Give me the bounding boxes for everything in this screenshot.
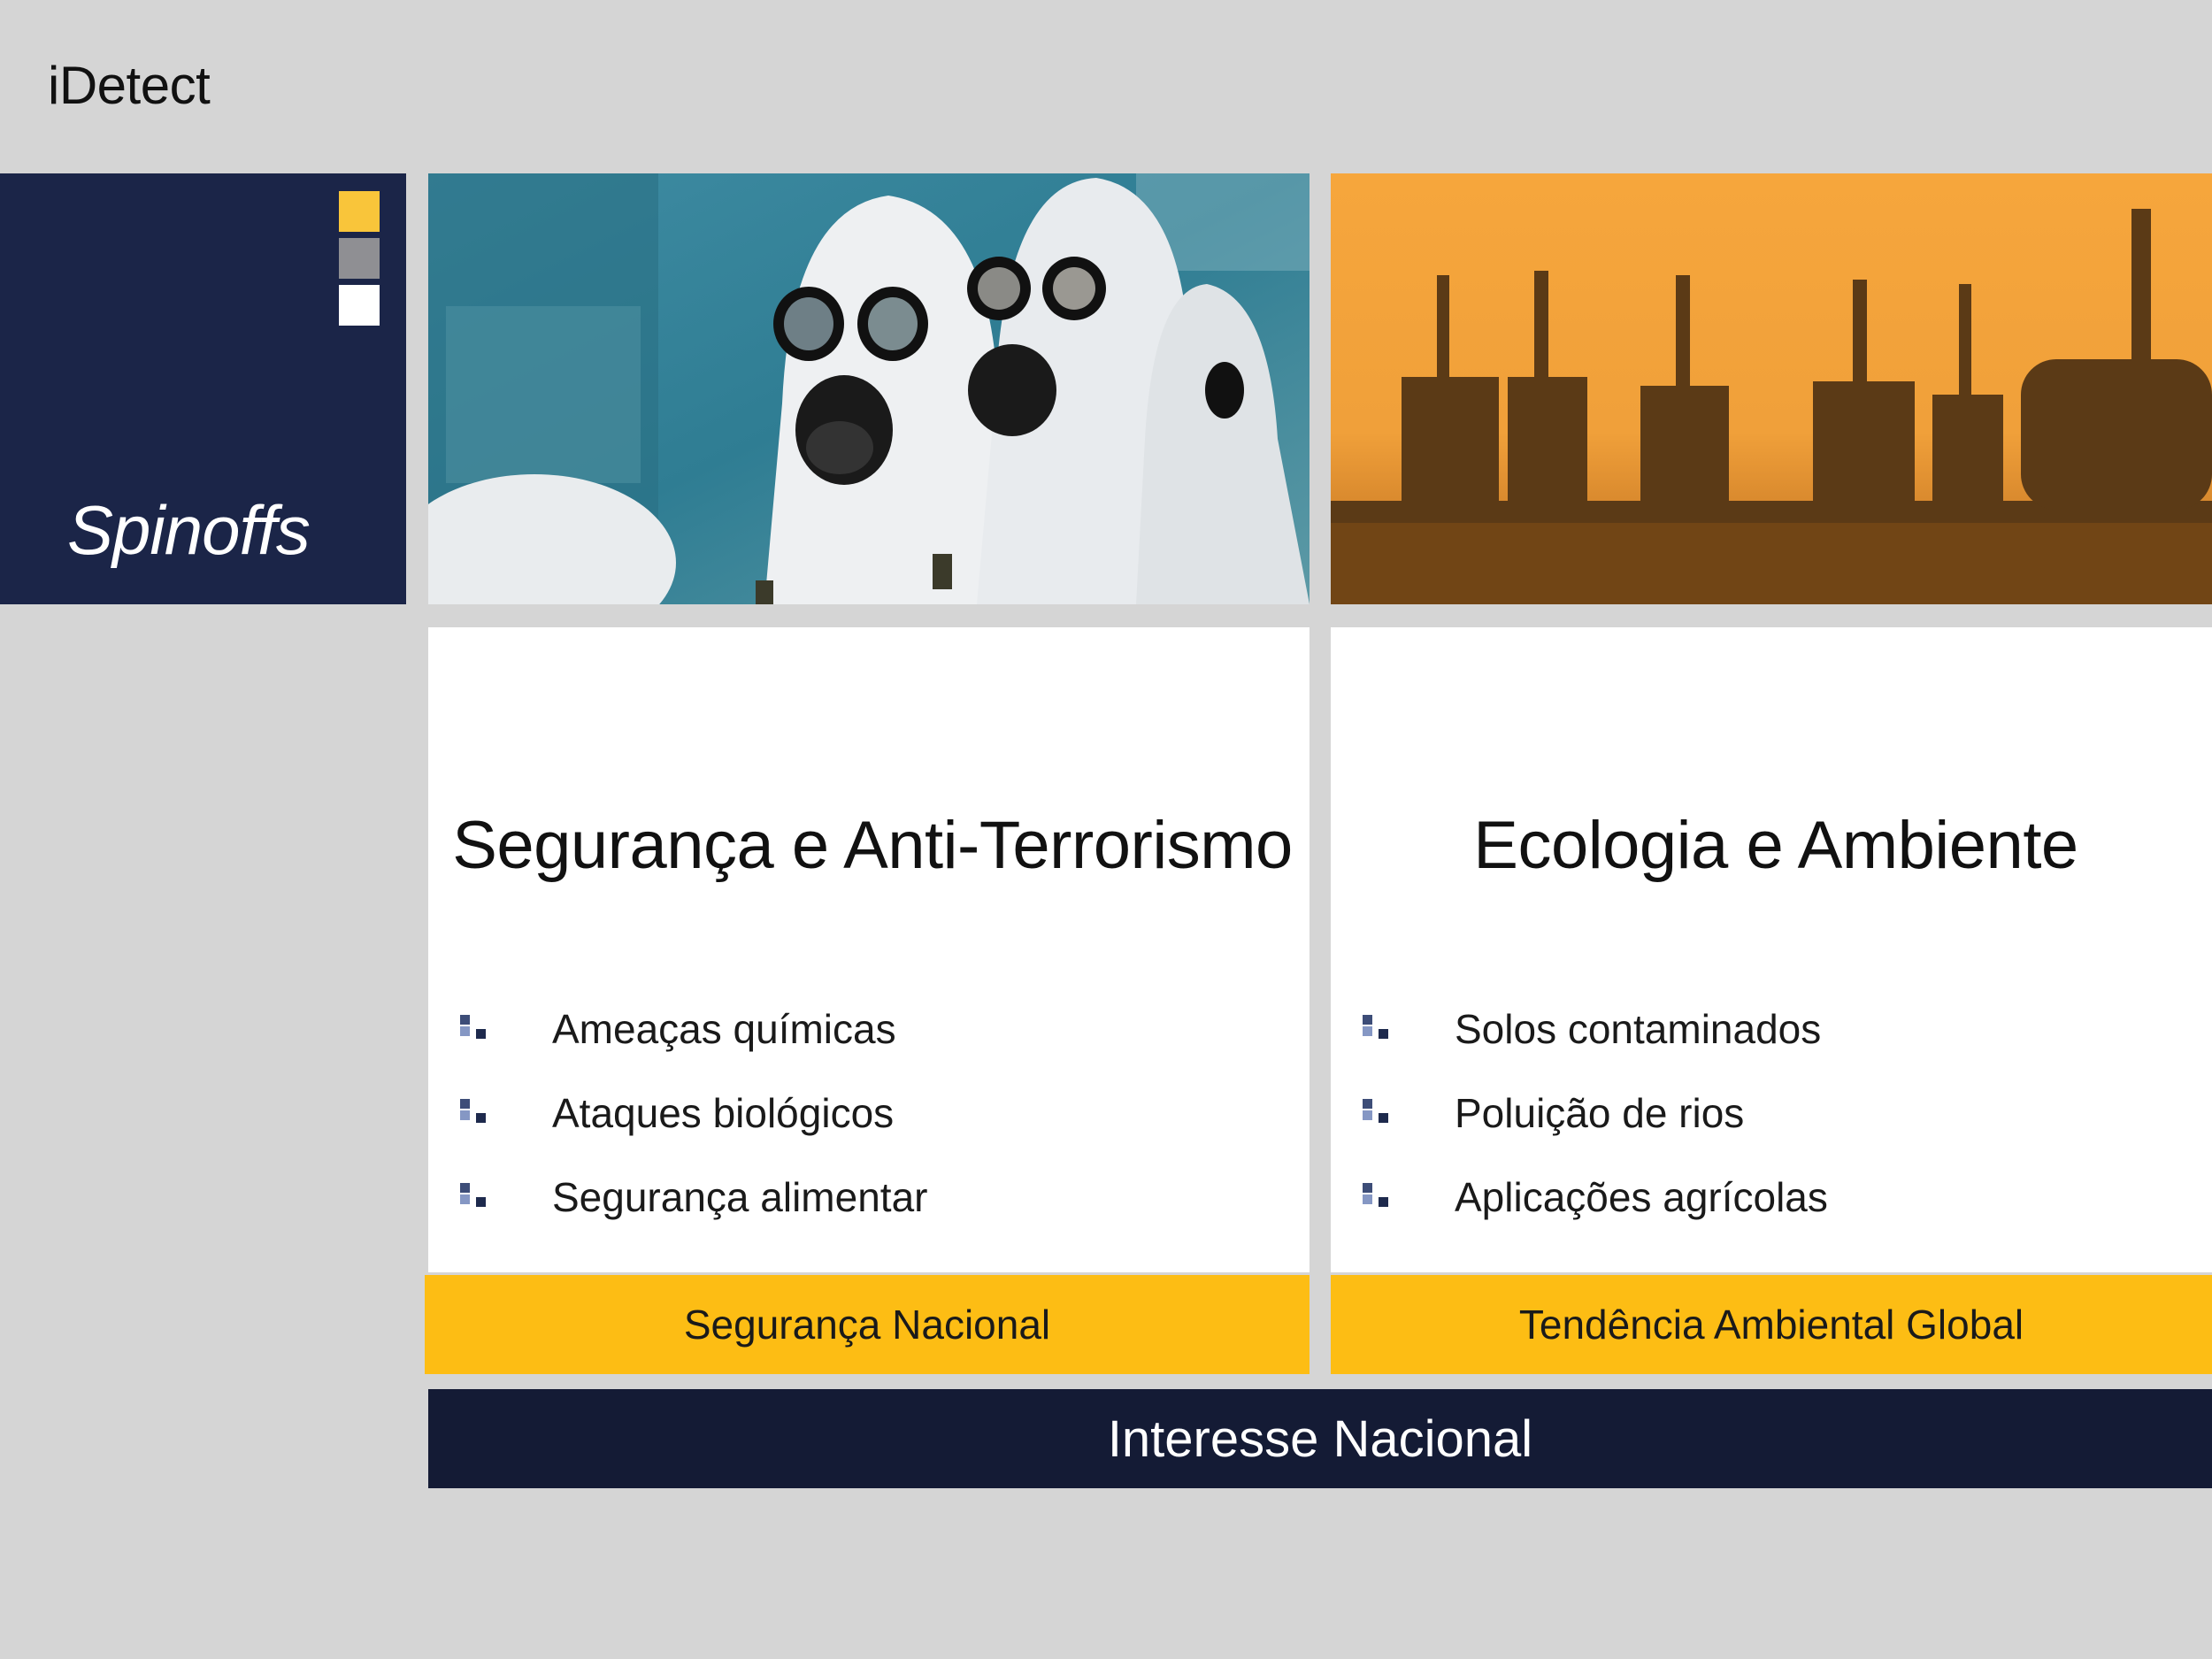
list-item: Segurança alimentar [460,1155,927,1239]
list-item: Aplicações agrícolas [1363,1155,1828,1239]
card-title: Segurança e Anti-Terrorismo [452,808,1293,883]
bullet-icon [1363,1098,1391,1127]
slide: iDetect Spinoffs Segurança e Anti-Terror… [0,0,2212,1659]
list-item-text: Ameaças químicas [552,1005,896,1052]
list-item-text: Aplicações agrícolas [1455,1173,1828,1220]
list-item: Poluição de rios [1363,1071,1828,1155]
security-card: Segurança e Anti-Terrorismo Ameaças quím… [428,627,1310,1272]
bullet-icon [460,1182,488,1211]
security-footer-bar: Segurança Nacional [425,1275,1310,1374]
grey-square [339,238,380,279]
bullet-icon [1363,1182,1391,1211]
card-title: Ecologia e Ambiente [1473,808,2078,883]
yellow-square [339,191,380,232]
ecology-card: Ecologia e Ambiente Solos contaminados P… [1331,627,2212,1272]
list-item-text: Segurança alimentar [552,1173,928,1220]
section-label: Spinoffs [67,491,311,569]
list-item-text: Ataques biológicos [552,1089,895,1136]
bullet-list: Ameaças químicas Ataques biológicos Segu… [460,987,927,1239]
national-interest-banner: Interesse Nacional [428,1389,2212,1488]
list-item: Ameaças químicas [460,987,927,1071]
section-header-block: Spinoffs [0,173,406,604]
bullet-icon [460,1098,488,1127]
hazmat-suits-gas-masks-photo [428,173,1310,604]
app-title: iDetect [48,56,211,115]
refinery-sunset-photo [1331,173,2212,604]
bullet-icon [1363,1014,1391,1043]
white-square [339,285,380,326]
list-item: Ataques biológicos [460,1071,927,1155]
list-item-text: Poluição de rios [1455,1089,1745,1136]
bullet-list: Solos contaminados Poluição de rios Apli… [1363,987,1828,1239]
ecology-footer-bar: Tendência Ambiental Global [1331,1275,2212,1374]
bullet-icon [460,1014,488,1043]
logo-squares [339,191,380,332]
list-item-text: Solos contaminados [1455,1005,1822,1052]
list-item: Solos contaminados [1363,987,1828,1071]
